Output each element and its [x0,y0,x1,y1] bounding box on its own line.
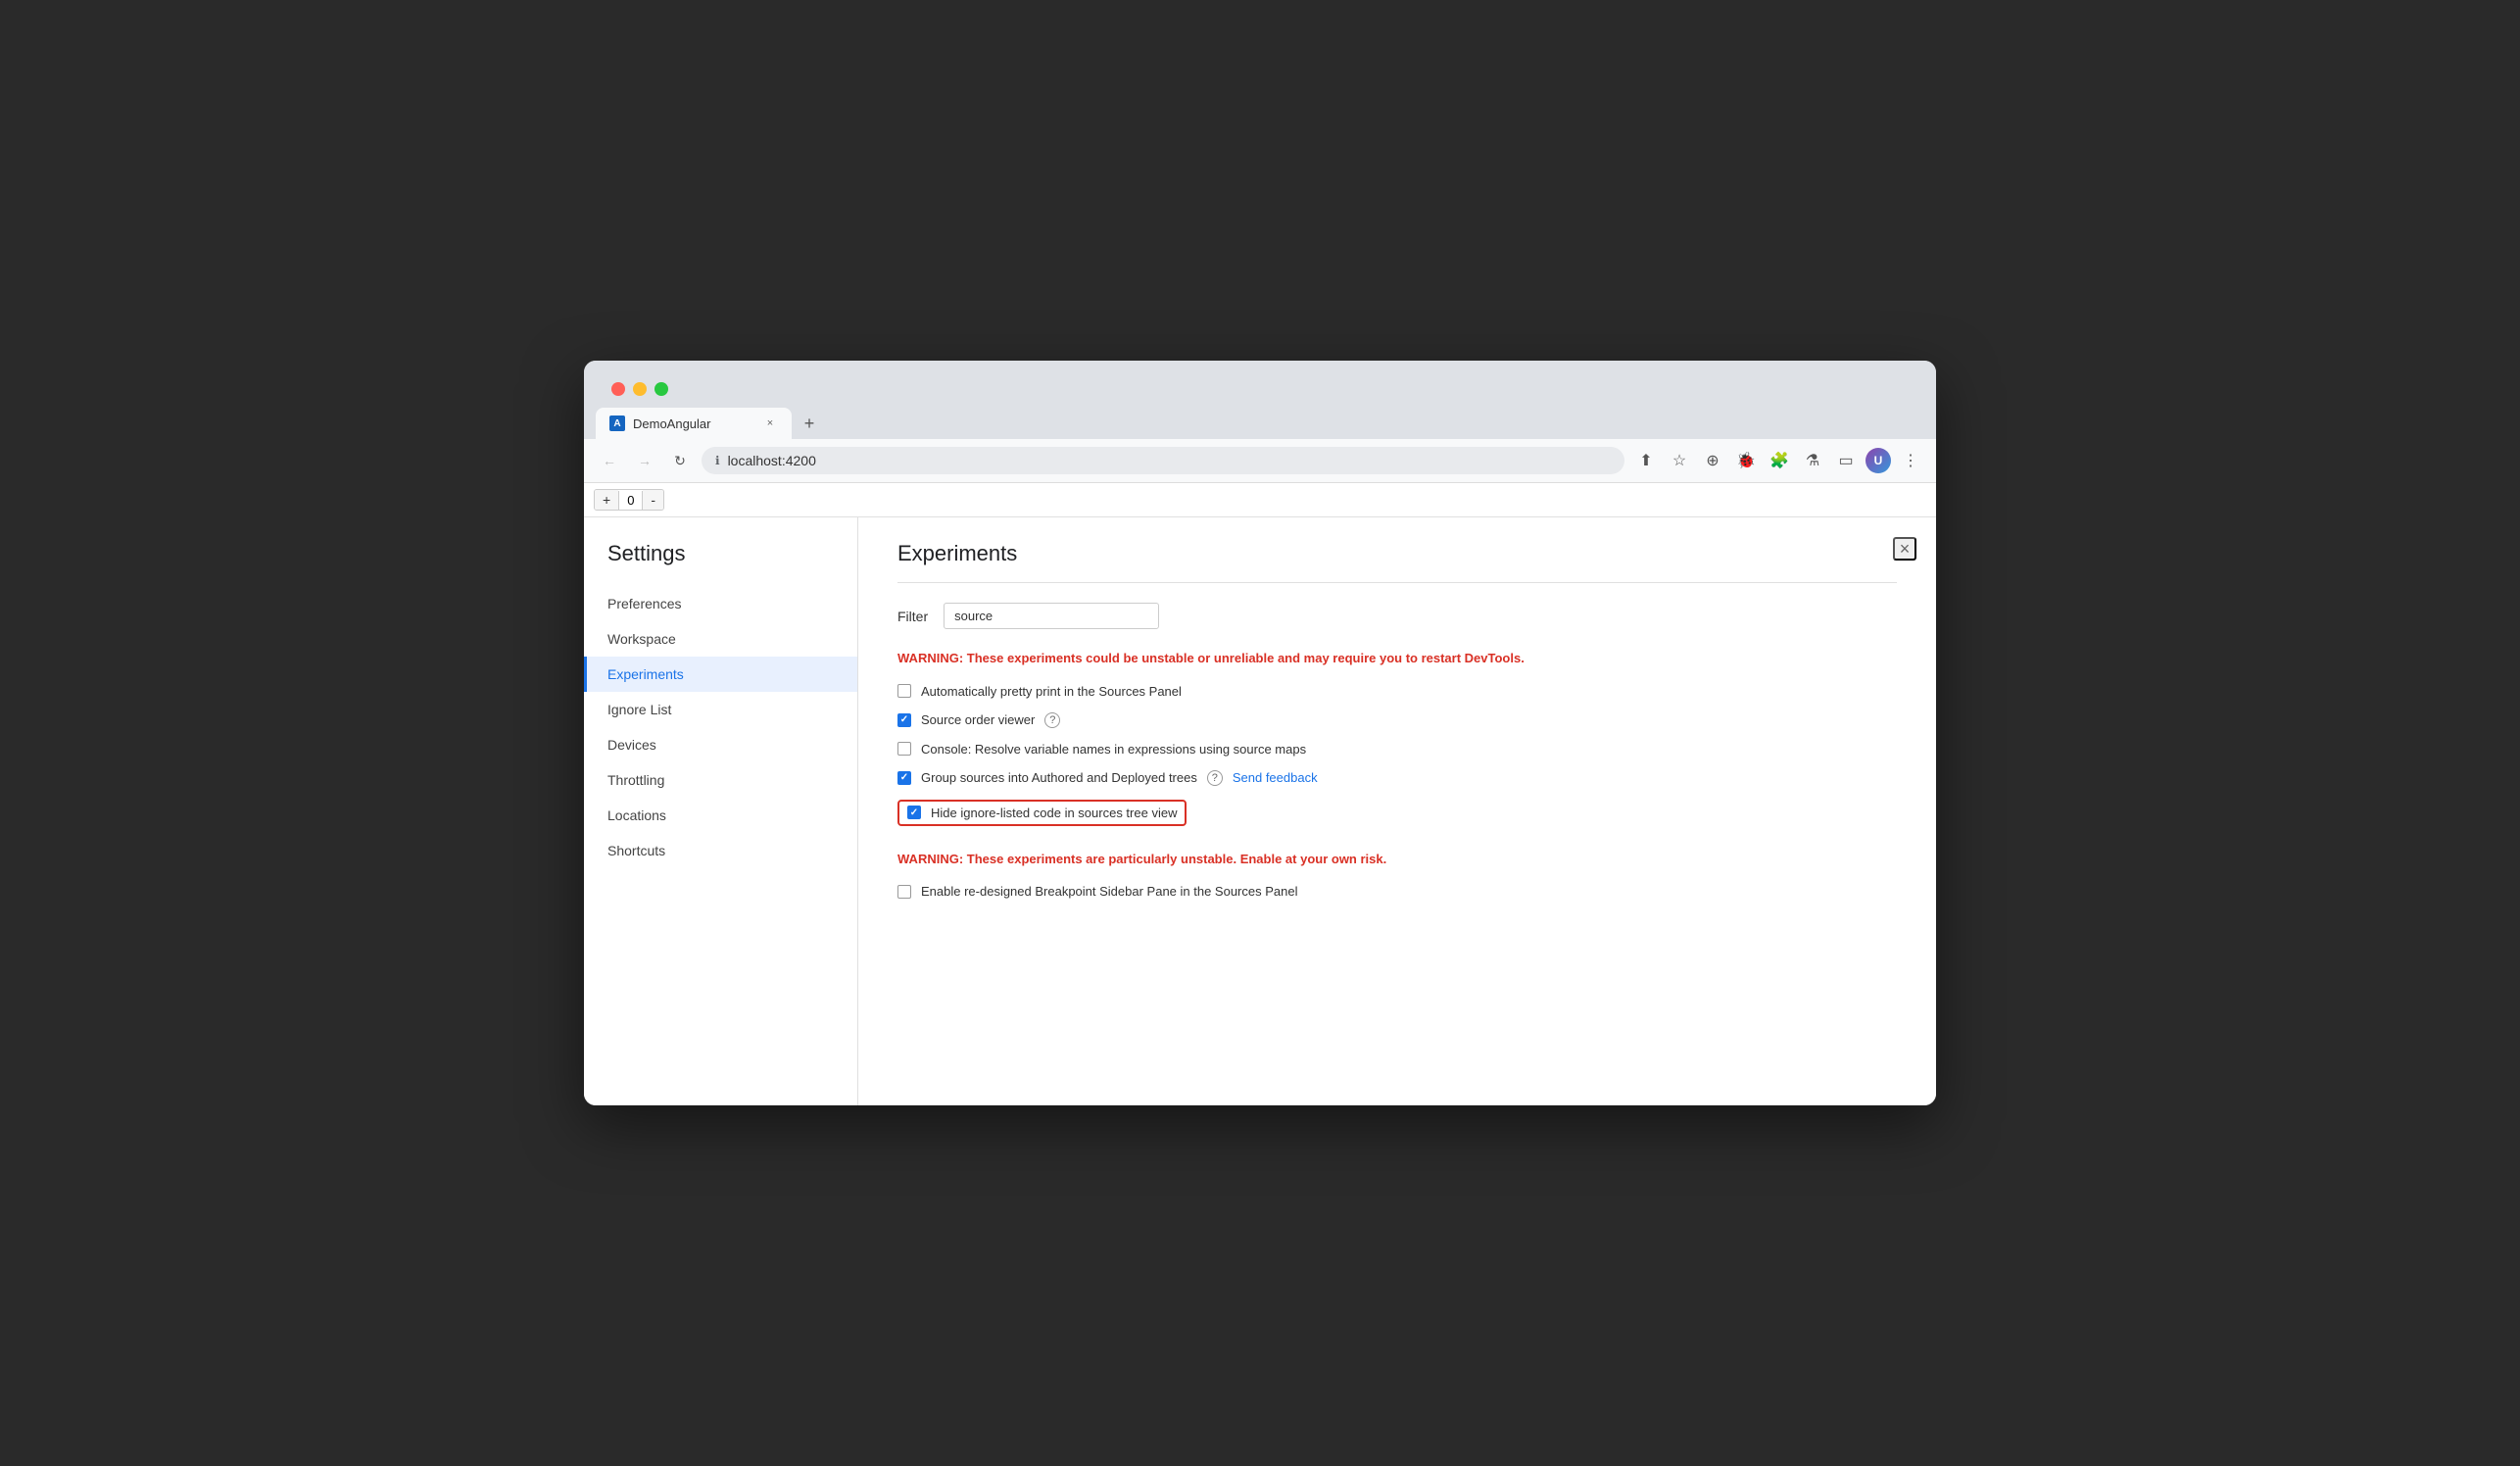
window-maximize-button[interactable] [654,382,668,396]
sidebar-item-devices[interactable]: Devices [584,727,857,762]
send-feedback-link[interactable]: Send feedback [1233,770,1318,785]
highlighted-option-container: Hide ignore-listed code in sources tree … [897,800,1187,826]
browser-content: + 0 - Settings Preferences Workspace Exp… [584,483,1936,1105]
checkbox-source-order[interactable] [897,713,911,727]
sidebar-item-preferences[interactable]: Preferences [584,586,857,621]
menu-button[interactable]: ⋮ [1897,447,1924,474]
chrome-header: A DemoAngular × + [584,361,1936,439]
back-button[interactable]: ← [596,447,623,474]
tab-favicon: A [609,415,625,431]
window-minimize-button[interactable] [633,382,647,396]
extension-button[interactable]: 🧩 [1766,447,1793,474]
help-icon-source-order[interactable]: ? [1044,712,1060,728]
sidebar-item-shortcuts[interactable]: Shortcuts [584,833,857,868]
checkbox-pretty-print[interactable] [897,684,911,698]
sidebar-item-workspace[interactable]: Workspace [584,621,857,657]
address-text: localhost:4200 [728,453,816,468]
counter-minus-button[interactable]: - [643,490,663,510]
bookmark-button[interactable]: ☆ [1666,447,1693,474]
bug-button[interactable]: 🐞 [1732,447,1760,474]
settings-title: Settings [584,541,857,586]
option-resolve-variables: Console: Resolve variable names in expre… [897,742,1897,757]
option-group-sources-label: Group sources into Authored and Deployed… [921,770,1197,785]
section-divider [897,582,1897,583]
option-hide-ignore-listed: Hide ignore-listed code in sources tree … [897,800,1897,826]
lab-button[interactable]: ⚗ [1799,447,1826,474]
counter-plus-button[interactable]: + [595,490,618,510]
option-source-order: Source order viewer ? [897,712,1897,728]
browser-window: A DemoAngular × + ← → ↻ ℹ localhost:4200… [584,361,1936,1105]
filter-row: Filter [897,603,1897,629]
tab-bar: A DemoAngular × + [596,408,1924,439]
settings-main: × Experiments Filter WARNING: These expe… [858,517,1936,1105]
checkbox-breakpoint-sidebar[interactable] [897,885,911,899]
reload-button[interactable]: ↻ [666,447,694,474]
option-group-sources: Group sources into Authored and Deployed… [897,770,1897,786]
address-icon: ℹ [715,454,720,467]
counter-value: 0 [618,491,643,510]
filter-label: Filter [897,609,928,624]
avatar[interactable]: U [1866,448,1891,473]
warning-body-2: These experiments are particularly unsta… [967,852,1386,866]
warning-prefix-2: WARNING: [897,852,963,866]
counter-widget: + 0 - [594,489,664,511]
forward-button[interactable]: → [631,447,658,474]
browser-tab[interactable]: A DemoAngular × [596,408,792,439]
option-pretty-print: Automatically pretty print in the Source… [897,684,1897,699]
counter-bar: + 0 - [584,483,1936,517]
checkbox-resolve-variables[interactable] [897,742,911,756]
sidebar-item-experiments[interactable]: Experiments [584,657,857,692]
new-tab-button[interactable]: + [796,410,823,437]
browser-toolbar: ← → ↻ ℹ localhost:4200 ⬆ ☆ ⊕ 🐞 🧩 ⚗ ▭ U ⋮ [584,439,1936,483]
option-hide-ignore-listed-label: Hide ignore-listed code in sources tree … [931,806,1177,820]
option-breakpoint-sidebar-label: Enable re-designed Breakpoint Sidebar Pa… [921,884,1297,899]
option-resolve-variables-label: Console: Resolve variable names in expre… [921,742,1306,757]
option-pretty-print-label: Automatically pretty print in the Source… [921,684,1182,699]
sidebar-button[interactable]: ▭ [1832,447,1860,474]
checkbox-hide-ignore-listed[interactable] [907,806,921,819]
warning-prefix-1: WARNING: [897,651,963,665]
option-breakpoint-sidebar: Enable re-designed Breakpoint Sidebar Pa… [897,884,1897,899]
traffic-light [596,370,1924,408]
sidebar-item-locations[interactable]: Locations [584,798,857,833]
settings-panel: Settings Preferences Workspace Experimen… [584,517,1936,1105]
warning-body-1: These experiments could be unstable or u… [967,651,1525,665]
share-button[interactable]: ⬆ [1632,447,1660,474]
settings-close-button[interactable]: × [1893,537,1916,561]
sidebar-item-throttling[interactable]: Throttling [584,762,857,798]
earth-button[interactable]: ⊕ [1699,447,1726,474]
filter-input[interactable] [944,603,1159,629]
address-bar[interactable]: ℹ localhost:4200 [702,447,1624,474]
checkbox-group-sources[interactable] [897,771,911,785]
help-icon-group-sources[interactable]: ? [1207,770,1223,786]
tab-title: DemoAngular [633,416,754,431]
sidebar-item-ignore-list[interactable]: Ignore List [584,692,857,727]
warning-text-2: WARNING: These experiments are particula… [897,850,1897,869]
tab-close-button[interactable]: × [762,415,778,431]
option-source-order-label: Source order viewer [921,712,1035,727]
warning-text-1: WARNING: These experiments could be unst… [897,649,1897,668]
settings-sidebar: Settings Preferences Workspace Experimen… [584,517,858,1105]
window-close-button[interactable] [611,382,625,396]
toolbar-actions: ⬆ ☆ ⊕ 🐞 🧩 ⚗ ▭ U ⋮ [1632,447,1924,474]
experiments-title: Experiments [897,541,1897,566]
